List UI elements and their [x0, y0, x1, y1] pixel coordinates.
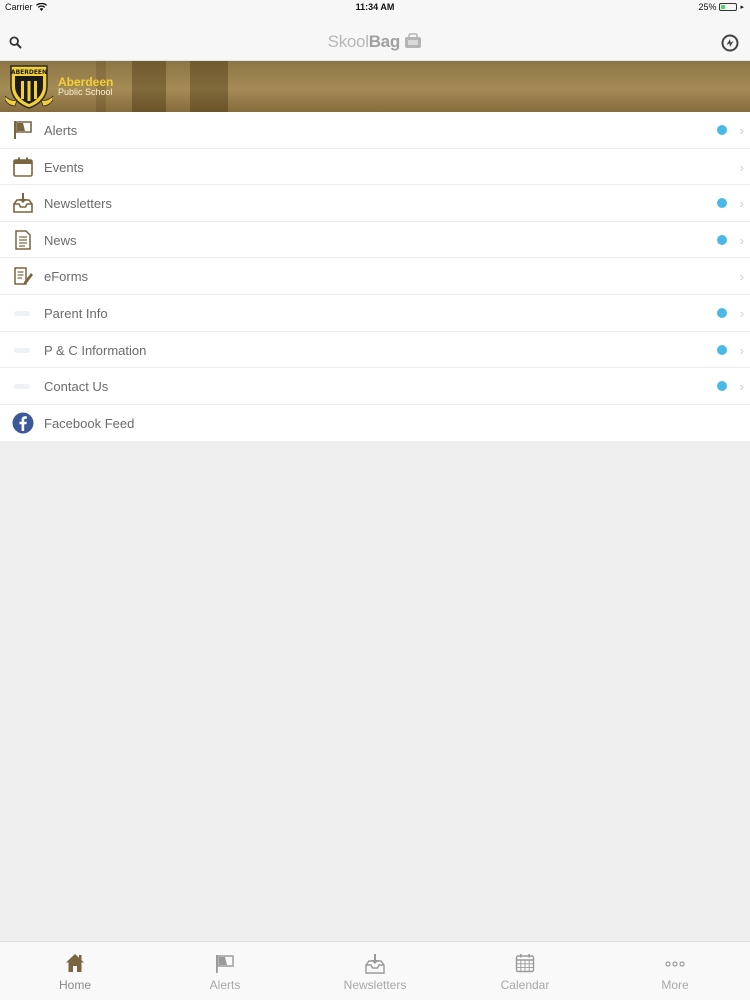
document-icon — [15, 230, 31, 250]
app-logo: SkoolBag — [0, 32, 750, 52]
logo-text-bold: Bag — [368, 32, 401, 51]
tab-label: Home — [58, 978, 91, 992]
unread-dot — [717, 307, 727, 318]
clock: 11:34 AM — [355, 2, 395, 12]
chevron-right-icon: › — [739, 305, 744, 321]
menu-item-eforms[interactable]: eForms › — [0, 258, 750, 295]
inbox-download-icon — [365, 954, 385, 974]
battery-icon — [719, 3, 738, 11]
status-bar: Carrier 11:34 AM 25% ▸ — [0, 0, 750, 14]
menu-item-label: Newsletters — [44, 196, 112, 212]
chevron-right-icon: › — [739, 342, 744, 358]
facebook-icon — [12, 412, 34, 434]
flag-icon — [14, 121, 32, 139]
form-edit-icon — [14, 267, 33, 286]
menu-item-news[interactable]: News › — [0, 222, 750, 259]
tab-more[interactable]: More — [600, 942, 750, 1000]
chevron-right-icon: › — [739, 269, 744, 285]
menu-item-label: eForms — [44, 269, 89, 285]
unread-dot — [717, 125, 727, 135]
menu-item-newsletters[interactable]: Newsletters › — [0, 185, 750, 222]
tab-newsletters[interactable]: Newsletters — [300, 942, 450, 1000]
menu-item-label: Parent Info — [44, 305, 108, 321]
battery-percent: 25% — [698, 2, 717, 12]
menu-item-events[interactable]: Events › — [0, 149, 750, 186]
menu-item-label: News — [44, 232, 77, 248]
menu-item-label: Events — [44, 159, 84, 175]
menu-item-alerts[interactable]: Alerts › — [0, 112, 750, 149]
tab-label: Newsletters — [343, 978, 407, 992]
unread-dot — [717, 198, 727, 209]
chevron-right-icon: › — [739, 196, 744, 212]
calendar-icon — [13, 157, 33, 177]
charging-icon: ▸ — [740, 4, 744, 11]
school-banner: ABERDEEN Aberdeen Public School — [0, 61, 750, 112]
sync-settings-icon[interactable] — [721, 34, 739, 52]
chevron-right-icon: › — [739, 379, 744, 395]
unread-dot — [717, 381, 727, 392]
menu-item-contact-us[interactable]: Contact Us › — [0, 368, 750, 405]
menu-item-label: P & C Information — [44, 342, 147, 358]
unread-dot — [717, 344, 727, 355]
more-dots-icon — [665, 961, 685, 967]
crest-text: ABERDEEN — [11, 69, 47, 76]
chevron-right-icon: › — [739, 159, 744, 175]
placeholder-icon — [14, 384, 30, 390]
chevron-right-icon: › — [739, 232, 744, 248]
inbox-download-icon — [13, 193, 33, 213]
placeholder-icon — [14, 310, 30, 316]
logo-text-light: Skool — [327, 32, 369, 51]
menu-item-pc-information[interactable]: P & C Information › — [0, 332, 750, 369]
tab-calendar[interactable]: Calendar — [450, 942, 600, 1000]
menu-item-label: Alerts — [44, 123, 78, 138]
chevron-right-icon: › — [739, 123, 744, 138]
home-icon — [66, 954, 84, 972]
banner-stripe — [190, 61, 228, 112]
menu-item-label: Contact Us — [44, 379, 109, 395]
tab-home[interactable]: Home — [0, 942, 150, 1000]
bag-logo-icon — [405, 33, 422, 48]
calendar-grid-icon — [515, 954, 535, 973]
tab-alerts[interactable]: Alerts — [150, 942, 300, 1000]
menu-item-parent-info[interactable]: Parent Info › — [0, 295, 750, 332]
battery-indicator: 25% ▸ — [698, 2, 744, 12]
navigation-bar: SkoolBag — [0, 14, 750, 61]
tab-label: Calendar — [500, 978, 550, 992]
banner-stripe — [132, 61, 166, 112]
menu-item-facebook-feed[interactable]: Facebook Feed — [0, 405, 750, 442]
menu-item-label: Facebook Feed — [44, 415, 135, 431]
school-subtitle: Public School — [58, 87, 113, 97]
flag-icon — [216, 955, 234, 973]
main-menu: Alerts › Events › Newsletters › News › e… — [0, 112, 750, 442]
school-crest-icon: ABERDEEN — [5, 65, 53, 109]
unread-dot — [717, 234, 727, 245]
tab-bar: Home Alerts Newsletters Calendar More — [0, 941, 750, 1000]
tab-label: Alerts — [209, 978, 241, 992]
tab-label: More — [661, 978, 689, 992]
placeholder-icon — [14, 347, 30, 353]
